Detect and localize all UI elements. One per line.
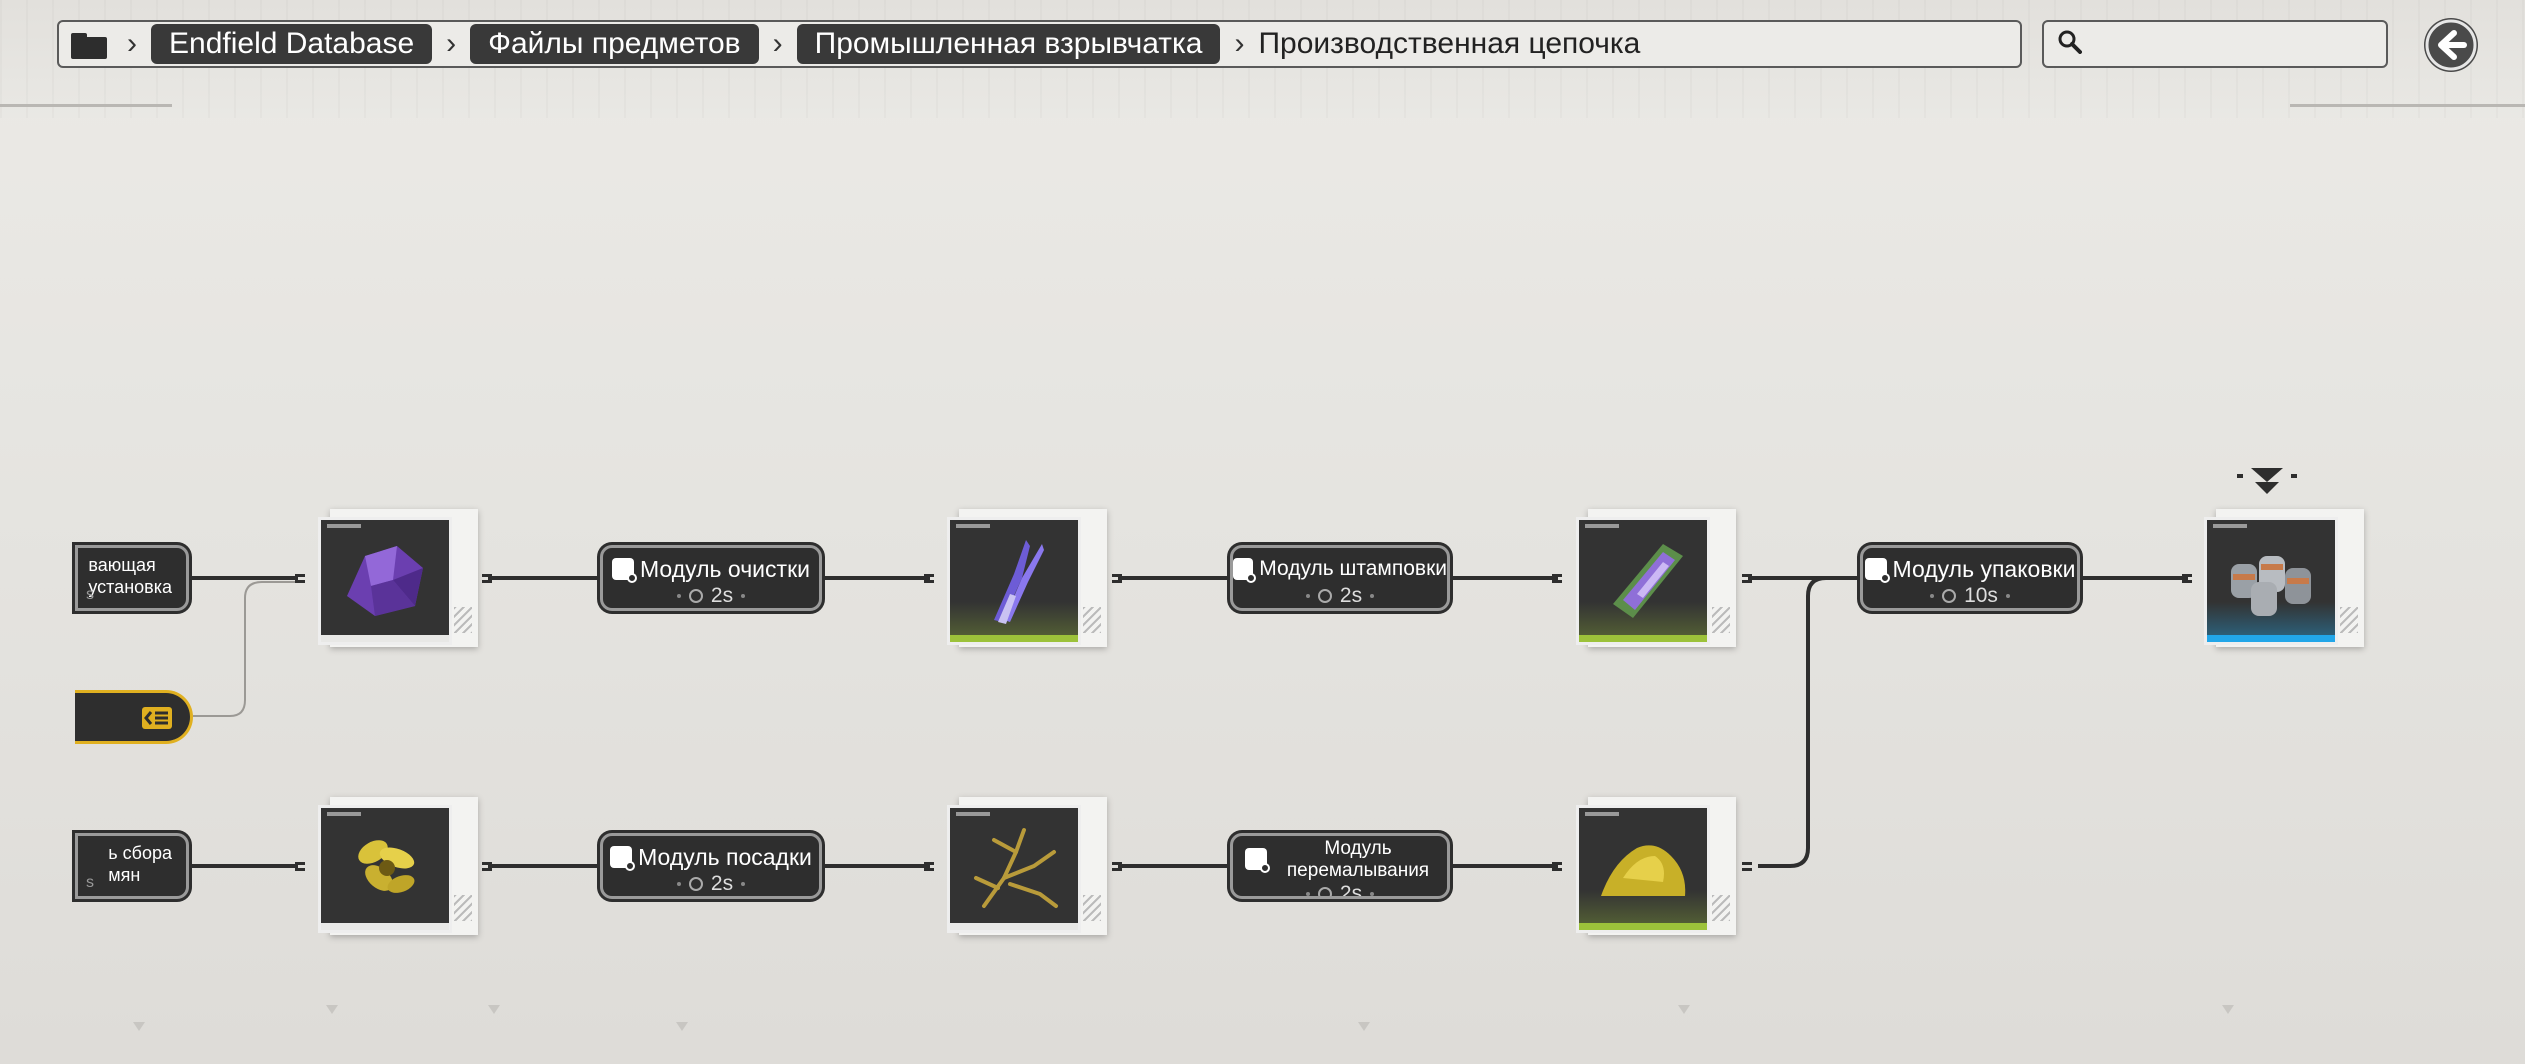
- card-tag: [1585, 524, 1619, 528]
- item-amethyst-fiber[interactable]: [947, 509, 1107, 647]
- item-buckflower-seed[interactable]: [947, 797, 1107, 935]
- refining-icon: [612, 558, 637, 583]
- source-machine-label: вающая установка: [88, 555, 172, 597]
- machine-grinding-unit[interactable]: Модуль перемалывания 2s: [1230, 833, 1450, 899]
- item-industrial-explosive[interactable]: [2204, 509, 2364, 647]
- input-port: [924, 573, 934, 583]
- column-marker: [2222, 1005, 2234, 1014]
- rarity-bar: [1579, 635, 1707, 642]
- clock-icon: [1317, 589, 1332, 603]
- source-machine-time: s: [86, 874, 94, 891]
- column-marker: [676, 1022, 688, 1031]
- source-machine-time: s: [86, 586, 94, 603]
- machine-stamping-unit[interactable]: Модуль штамповки 2s: [1230, 545, 1450, 611]
- collapse-toggle-button[interactable]: [75, 690, 193, 744]
- buckflower-icon: [358, 840, 415, 893]
- input-port: [295, 861, 305, 871]
- output-port: [482, 861, 492, 871]
- machine-time: 2s: [710, 872, 734, 895]
- output-port: [1742, 861, 1752, 871]
- source-machine-top[interactable]: вающая установка s: [75, 545, 189, 611]
- card-tag: [956, 812, 990, 816]
- list-collapse-icon: [142, 707, 172, 729]
- item-card: [947, 517, 1081, 645]
- machine-name: Модуль посадки: [638, 844, 812, 870]
- grinding-icon: [1245, 848, 1270, 873]
- item-card: [2204, 517, 2338, 645]
- card-tag: [1585, 812, 1619, 816]
- machine-time: 2s: [710, 584, 734, 607]
- machine-planting-unit[interactable]: Модуль посадки 2s: [600, 833, 822, 899]
- column-marker: [133, 1022, 145, 1031]
- machine-name: Модуль очистки: [640, 556, 810, 582]
- amethyst-part-icon: [1613, 544, 1683, 618]
- item-amethyst-ore[interactable]: [318, 509, 478, 647]
- output-port: [1742, 573, 1752, 583]
- input-port: [1552, 573, 1562, 583]
- source-machine-bottom[interactable]: ь сбора мян s: [75, 833, 189, 899]
- item-card: [1576, 805, 1710, 933]
- clock-icon: [688, 589, 703, 603]
- machine-name: Модуль перемалывания: [1286, 838, 1430, 881]
- target-marker-icon: [2237, 468, 2297, 494]
- item-buckflower[interactable]: [318, 797, 478, 935]
- planting-icon: [610, 846, 636, 871]
- output-port: [482, 573, 492, 583]
- card-tag: [2213, 524, 2247, 528]
- item-card: [947, 805, 1081, 933]
- machine-time: 10s: [1964, 584, 1998, 607]
- clock-icon: [1942, 589, 1957, 603]
- rarity-bar: [321, 635, 449, 642]
- card-tag: [956, 524, 990, 528]
- rarity-bar: [950, 635, 1078, 642]
- amethyst-fiber-icon: [994, 540, 1044, 624]
- item-card: [318, 517, 452, 645]
- item-card: [318, 805, 452, 933]
- input-port: [1552, 861, 1562, 871]
- column-marker: [326, 1005, 338, 1014]
- buckflower-powder-icon: [1601, 845, 1686, 896]
- output-port: [1112, 861, 1122, 871]
- input-port: [295, 573, 305, 583]
- stamping-icon: [1233, 558, 1257, 583]
- machine-refining-unit[interactable]: Модуль очистки 2s: [600, 545, 822, 611]
- buckflower-seed-icon: [974, 828, 1058, 908]
- machine-time: 2s: [1339, 882, 1363, 899]
- source-machine-label: ь сбора мян: [108, 843, 172, 885]
- column-marker: [1358, 1022, 1370, 1031]
- column-marker: [1678, 1005, 1690, 1014]
- machine-time: 2s: [1339, 584, 1363, 607]
- machine-name: Модуль штамповки: [1259, 557, 1447, 580]
- rarity-bar: [2207, 635, 2335, 642]
- rarity-bar: [1579, 923, 1707, 930]
- machine-name: Модуль упаковки: [1892, 556, 2076, 582]
- input-port: [2182, 573, 2192, 583]
- amethyst-ore-icon: [347, 546, 423, 616]
- item-amethyst-part[interactable]: [1576, 509, 1736, 647]
- card-tag: [327, 524, 361, 528]
- industrial-explosive-icon: [2231, 556, 2311, 616]
- item-card: [1576, 517, 1710, 645]
- column-marker: [488, 1005, 500, 1014]
- packaging-icon: [1864, 558, 1890, 583]
- clock-icon: [688, 877, 703, 891]
- rarity-bar: [321, 923, 449, 930]
- rarity-bar: [950, 923, 1078, 930]
- card-tag: [327, 812, 361, 816]
- clock-icon: [1317, 887, 1332, 896]
- output-port: [1112, 573, 1122, 583]
- machine-packaging-unit[interactable]: Модуль упаковки 10s: [1860, 545, 2080, 611]
- item-buckflower-powder[interactable]: [1576, 797, 1736, 935]
- input-port: [924, 861, 934, 871]
